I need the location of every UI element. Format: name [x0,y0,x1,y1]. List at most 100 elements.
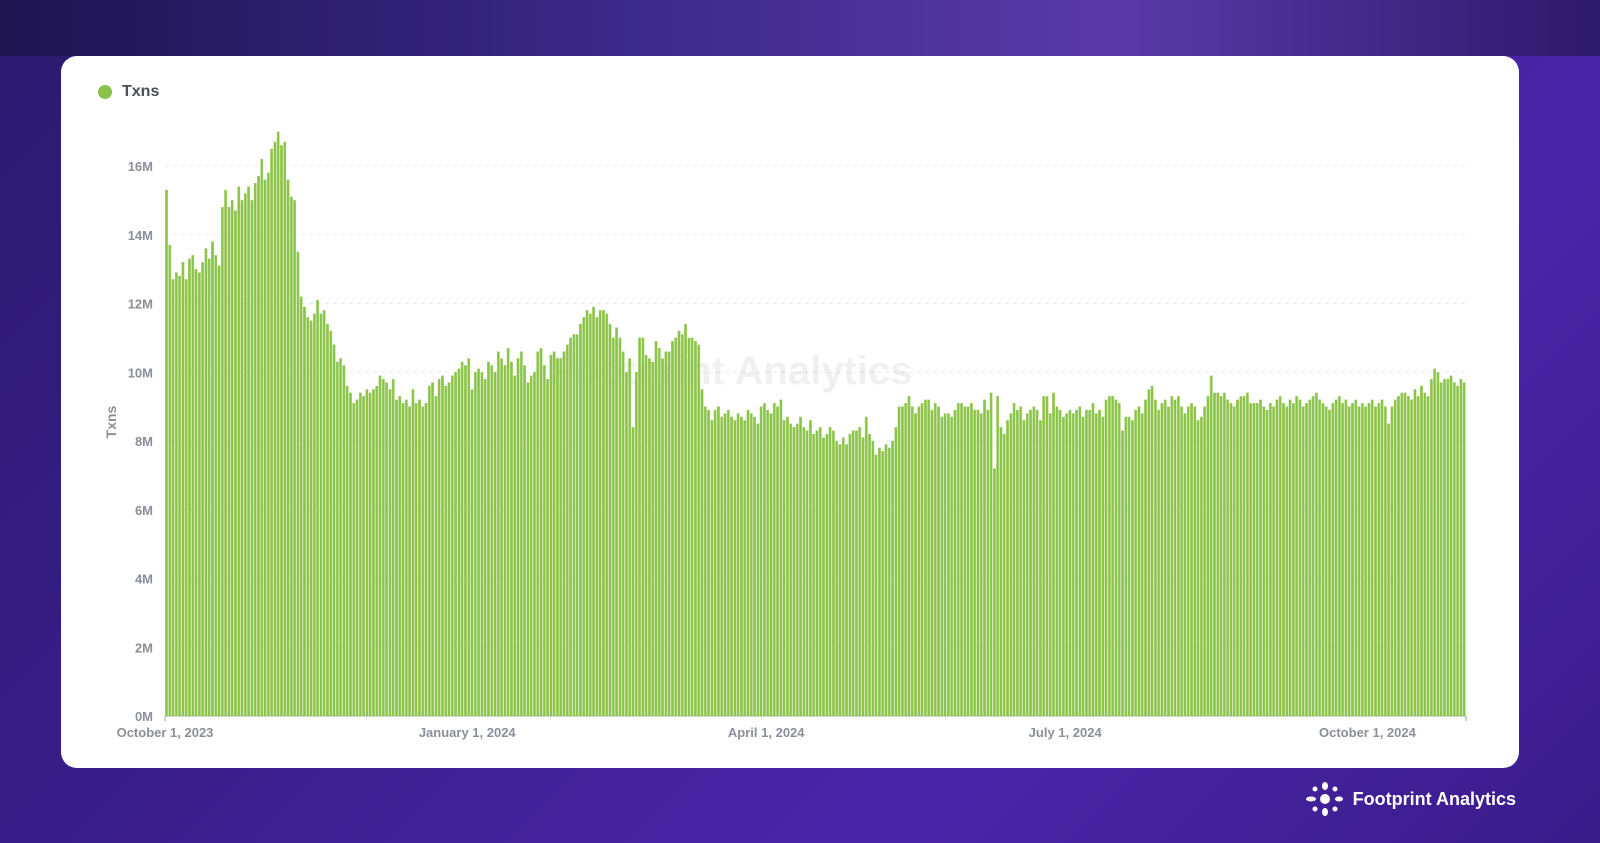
bar [648,358,651,717]
x-tick-label: October 1, 2024 [1319,725,1417,740]
bar [1452,382,1456,717]
bar [976,409,980,717]
bar [1016,409,1019,717]
bar [1337,396,1341,717]
bar [408,406,412,717]
bar [398,396,402,717]
bar [1032,406,1036,717]
bar [168,244,172,717]
bar [1305,402,1308,717]
bar [464,365,467,717]
bar [191,255,195,717]
bar [519,351,523,717]
bar [197,272,201,717]
bar [1400,392,1404,717]
bar [845,444,848,717]
bar [1377,402,1381,717]
bar [940,416,944,717]
bar [283,141,287,717]
bar [1022,420,1026,717]
bar [513,375,517,717]
bar [1163,399,1167,717]
bar [266,172,270,717]
bar [1449,375,1453,717]
bar [473,372,477,717]
bar [1380,399,1384,717]
bar [194,268,198,717]
bar [345,385,349,717]
bar [1443,378,1446,717]
bar [861,437,865,717]
bar [579,323,582,717]
bar [667,351,671,717]
bar [654,341,658,717]
bar [1383,406,1387,717]
bar [598,310,602,717]
bar [1272,406,1276,717]
bar [1278,396,1282,717]
bar [697,344,701,717]
bar [434,396,438,717]
bar [1101,416,1105,717]
bar [1301,406,1305,717]
bar [1311,396,1315,717]
bar [999,427,1003,717]
bar [1318,399,1322,717]
bar [188,258,191,717]
bar [638,337,641,717]
bar [743,420,747,717]
bar [312,313,316,717]
bar [381,378,385,717]
bar [1121,430,1124,717]
bar [293,200,297,717]
bar [1308,399,1312,717]
bar [910,406,914,717]
bar [250,200,254,717]
bar [772,402,776,717]
bar [841,437,845,717]
bar [864,416,868,717]
bar [270,148,274,717]
bar [759,406,763,717]
bar [1324,406,1328,717]
bar [687,337,691,717]
bar [427,385,431,717]
bar [723,413,727,717]
bar [920,402,924,717]
bar [680,334,684,717]
bar [467,358,471,717]
bar [342,365,346,717]
bar [766,409,770,717]
bar [1239,396,1243,717]
bar [1275,399,1279,717]
bar [1009,413,1013,717]
bar [930,409,934,717]
bar [1226,399,1230,717]
bar [618,337,622,717]
bar [1462,382,1466,717]
bar [523,365,526,717]
bar [1147,389,1151,717]
bar [526,382,530,717]
bar [181,262,185,717]
bar [178,275,182,717]
bar [362,396,366,717]
bar [414,402,418,717]
bar [963,406,967,717]
bar [1098,409,1101,717]
bar [1456,385,1460,717]
bar [1219,396,1223,717]
bar [1039,420,1042,717]
bar [986,409,990,717]
bar [372,389,375,717]
bar [460,361,464,717]
bar [615,327,618,717]
bar [1321,402,1325,717]
bar [1236,399,1239,717]
bar [306,317,310,717]
bar [927,399,931,717]
bar [355,399,359,717]
bar [1196,420,1200,717]
bar [1357,406,1361,717]
bar [1216,392,1220,717]
